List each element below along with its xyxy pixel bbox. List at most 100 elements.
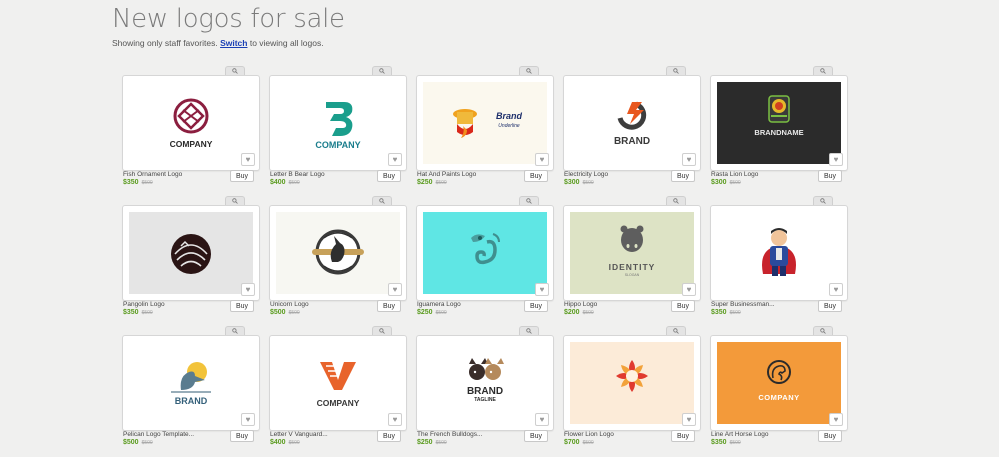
favorite-heart-icon[interactable]: ♥: [241, 413, 255, 426]
logo-preview[interactable]: [423, 212, 547, 294]
original-price: $500: [582, 180, 594, 186]
logo-thumbnail-card[interactable]: ♥: [122, 205, 260, 301]
logo-thumbnail-card[interactable]: ♥: [563, 335, 701, 431]
magnifier-icon: [379, 68, 385, 74]
logo-name[interactable]: Hippo Logo: [564, 301, 597, 308]
zoom-tab[interactable]: [813, 196, 833, 205]
buy-button[interactable]: Buy: [230, 300, 254, 312]
logo-thumbnail-card[interactable]: COMPANY ♥: [269, 335, 407, 431]
buy-button[interactable]: Buy: [818, 430, 842, 442]
logo-preview[interactable]: BRAND TAGLINE: [423, 342, 547, 424]
logo-thumbnail-card[interactable]: BRAND ♥: [563, 75, 701, 171]
logo-preview[interactable]: Brand Underline: [423, 82, 547, 164]
logo-preview[interactable]: BRAND: [570, 82, 694, 164]
logo-thumbnail-card[interactable]: ♥: [269, 205, 407, 301]
zoom-tab[interactable]: [225, 196, 245, 205]
favorite-heart-icon[interactable]: ♥: [241, 283, 255, 296]
logo-preview[interactable]: [129, 212, 253, 294]
logo-name[interactable]: Letter B Bear Logo: [270, 171, 325, 178]
favorite-heart-icon[interactable]: ♥: [535, 413, 549, 426]
zoom-tab[interactable]: [519, 326, 539, 335]
buy-button[interactable]: Buy: [671, 430, 695, 442]
favorite-heart-icon[interactable]: ♥: [682, 283, 696, 296]
buy-button[interactable]: Buy: [230, 170, 254, 182]
logo-preview[interactable]: [570, 342, 694, 424]
logo-name[interactable]: Pelican Logo Template...: [123, 431, 194, 438]
logo-name[interactable]: Rasta Lion Logo: [711, 171, 758, 178]
svg-text:BRANDNAME: BRANDNAME: [754, 128, 803, 137]
zoom-tab[interactable]: [225, 326, 245, 335]
svg-text:COMPANY: COMPANY: [170, 139, 213, 149]
logo-thumbnail-card[interactable]: COMPANY ♥: [122, 75, 260, 171]
logo-name[interactable]: Iguamera Logo: [417, 301, 461, 308]
zoom-tab[interactable]: [225, 66, 245, 75]
iguana-icon: [471, 233, 500, 265]
buy-button[interactable]: Buy: [818, 300, 842, 312]
favorite-heart-icon[interactable]: ♥: [241, 153, 255, 166]
logo-preview[interactable]: COMPANY: [717, 342, 841, 424]
zoom-tab[interactable]: [519, 66, 539, 75]
buy-button[interactable]: Buy: [671, 300, 695, 312]
buy-button[interactable]: Buy: [524, 300, 548, 312]
logo-thumbnail-card[interactable]: ♥: [710, 205, 848, 301]
buy-button[interactable]: Buy: [818, 170, 842, 182]
logo-preview[interactable]: IDENTITY SLOGAN: [570, 212, 694, 294]
buy-button[interactable]: Buy: [230, 430, 254, 442]
buy-button[interactable]: Buy: [524, 170, 548, 182]
logo-name[interactable]: Fish Ornament Logo: [123, 171, 182, 178]
logo-name[interactable]: Super Businessman...: [711, 301, 775, 308]
logo-name[interactable]: Pangolin Logo: [123, 301, 165, 308]
logo-preview[interactable]: BRAND: [129, 342, 253, 424]
logo-preview[interactable]: COMPANY: [276, 82, 400, 164]
favorite-heart-icon[interactable]: ♥: [388, 283, 402, 296]
logo-thumbnail-card[interactable]: COMPANY ♥: [269, 75, 407, 171]
buy-button[interactable]: Buy: [377, 300, 401, 312]
buy-button[interactable]: Buy: [671, 170, 695, 182]
buy-button[interactable]: Buy: [377, 430, 401, 442]
buy-button[interactable]: Buy: [524, 430, 548, 442]
logo-thumbnail-card[interactable]: Brand Underline ♥: [416, 75, 554, 171]
logo-preview[interactable]: COMPANY: [129, 82, 253, 164]
favorite-heart-icon[interactable]: ♥: [829, 413, 843, 426]
favorite-heart-icon[interactable]: ♥: [388, 413, 402, 426]
zoom-tab[interactable]: [372, 326, 392, 335]
logo-preview[interactable]: [717, 212, 841, 294]
favorite-heart-icon[interactable]: ♥: [829, 153, 843, 166]
zoom-tab[interactable]: [666, 326, 686, 335]
zoom-tab[interactable]: [813, 66, 833, 75]
magnifier-icon: [673, 328, 679, 334]
logo-preview[interactable]: COMPANY: [276, 342, 400, 424]
logo-thumbnail-card[interactable]: BRAND TAGLINE ♥: [416, 335, 554, 431]
logo-preview[interactable]: BRANDNAME: [717, 82, 841, 164]
logo-name[interactable]: Line Art Horse Logo: [711, 431, 768, 438]
zoom-tab[interactable]: [372, 66, 392, 75]
magnifier-icon: [673, 198, 679, 204]
favorite-heart-icon[interactable]: ♥: [388, 153, 402, 166]
favorite-heart-icon[interactable]: ♥: [535, 283, 549, 296]
logo-thumbnail-card[interactable]: BRANDNAME ♥: [710, 75, 848, 171]
logo-name[interactable]: Electricity Logo: [564, 171, 608, 178]
logo-name[interactable]: Hat And Paints Logo: [417, 171, 476, 178]
original-price: $500: [288, 180, 300, 186]
logo-name[interactable]: Unicorn Logo: [270, 301, 309, 308]
zoom-tab[interactable]: [666, 196, 686, 205]
buy-button[interactable]: Buy: [377, 170, 401, 182]
logo-name[interactable]: The French Bulldogs...: [417, 431, 482, 438]
favorite-heart-icon[interactable]: ♥: [535, 153, 549, 166]
favorite-heart-icon[interactable]: ♥: [682, 153, 696, 166]
zoom-tab[interactable]: [813, 326, 833, 335]
logo-name[interactable]: Flower Lion Logo: [564, 431, 614, 438]
favorite-heart-icon[interactable]: ♥: [829, 283, 843, 296]
logo-thumbnail-card[interactable]: COMPANY ♥: [710, 335, 848, 431]
logo-thumbnail-card[interactable]: IDENTITY SLOGAN ♥: [563, 205, 701, 301]
hat-paint-icon: Brand Underline: [453, 109, 522, 138]
logo-name[interactable]: Letter V Vanguard...: [270, 431, 328, 438]
logo-card: COMPANY ♥ Line Art Horse Logo $350 $500 B…: [710, 326, 850, 457]
logo-thumbnail-card[interactable]: ♥: [416, 205, 554, 301]
zoom-tab[interactable]: [519, 196, 539, 205]
favorite-heart-icon[interactable]: ♥: [682, 413, 696, 426]
logo-preview[interactable]: [276, 212, 400, 294]
zoom-tab[interactable]: [666, 66, 686, 75]
logo-thumbnail-card[interactable]: BRAND ♥: [122, 335, 260, 431]
zoom-tab[interactable]: [372, 196, 392, 205]
